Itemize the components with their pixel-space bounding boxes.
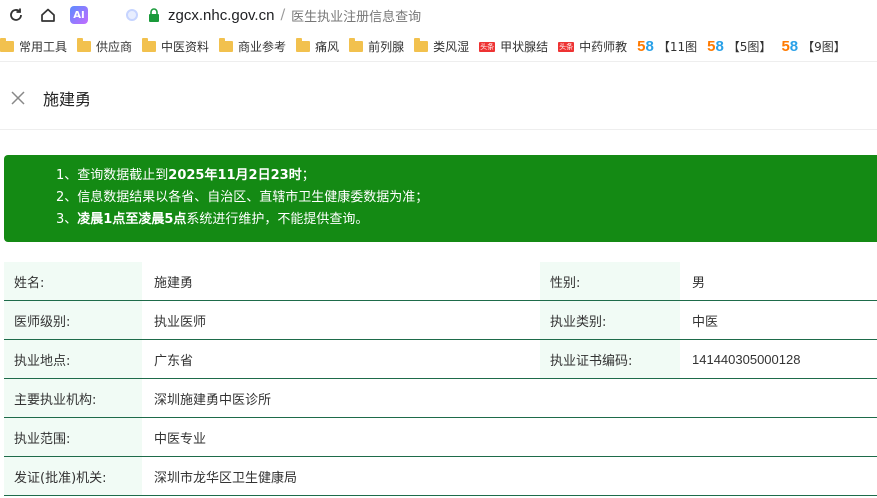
reload-button[interactable] (0, 0, 32, 30)
table-row: 执业范围: 中医专业 (4, 418, 877, 457)
ai-assistant-button[interactable]: AI (70, 6, 88, 24)
folder-icon (0, 38, 14, 52)
reload-icon (10, 8, 22, 21)
issuer-label: 发证(批准)机关: (4, 457, 142, 495)
bookmark-link[interactable]: 58 【5图】 (707, 38, 771, 55)
level-value: 执业医师 (154, 314, 207, 330)
bookmark-folder[interactable]: 前列腺 (349, 38, 404, 55)
bookmark-folder[interactable]: 商业参考 (219, 38, 286, 55)
home-icon (41, 8, 55, 22)
bookmark-link[interactable]: 58 【11图 (637, 38, 697, 55)
folder-icon (414, 38, 429, 52)
toutiao-icon: 头条 (558, 41, 575, 52)
58-icon: 58 (637, 38, 654, 55)
cert-value: 141440305000128 (692, 351, 801, 367)
name-value: 施建勇 (154, 275, 194, 291)
bookmark-link[interactable]: 头条 中药师教 (558, 38, 627, 55)
bookmark-folder[interactable]: 中医资料 (142, 38, 209, 55)
toutiao-icon: 头条 (479, 41, 496, 52)
notice-line-1: 1、查询数据截止到2025年11月2日23时； (56, 168, 315, 183)
doctor-info-table: 姓名: 施建勇 性别: 男 医师级别: 执业医师 执业类别: 中医 执业地点: … (4, 262, 877, 496)
org-value: 深圳施建勇中医诊所 (154, 392, 272, 408)
table-row: 医师级别: 执业医师 执业类别: 中医 (4, 301, 877, 340)
url-page-title: 医生执业注册信息查询 (291, 9, 422, 25)
browser-address-bar: AI zgcx.nhc.gov.cn / 医生执业注册信息查询 (0, 0, 877, 30)
site-info-icon[interactable] (126, 9, 138, 21)
page-header: 施建勇 (0, 66, 877, 130)
category-value: 中医 (692, 314, 719, 330)
location-label: 执业地点: (4, 340, 142, 378)
folder-icon (349, 38, 364, 52)
58-icon: 58 (707, 38, 724, 55)
close-icon[interactable] (11, 90, 25, 105)
gender-value: 男 (692, 275, 706, 291)
url-separator: / (280, 7, 286, 23)
level-label: 医师级别: (4, 301, 142, 339)
url-field[interactable]: zgcx.nhc.gov.cn / 医生执业注册信息查询 (126, 6, 421, 25)
bookmark-folder[interactable]: 常用工具 (0, 38, 67, 55)
bookmark-link[interactable]: 头条 甲状腺结 (479, 38, 548, 55)
location-value: 广东省 (154, 353, 194, 369)
bookmark-folder[interactable]: 痛风 (296, 38, 339, 55)
table-row: 主要执业机构: 深圳施建勇中医诊所 (4, 379, 877, 418)
table-row: 姓名: 施建勇 性别: 男 (4, 262, 877, 301)
name-label: 姓名: (4, 262, 142, 300)
bookmarks-bar: 常用工具 供应商 中医资料 商业参考 痛风 前列腺 类风湿 头条 甲状腺结 头条中… (0, 32, 877, 62)
folder-icon (142, 38, 157, 52)
notice-line-2: 2、信息数据结果以各省、自治区、直辖市卫生健康委数据为准； (56, 190, 429, 205)
notice-line-3: 3、凌晨1点至凌晨5点系统进行维护，不能提供查询。 (56, 212, 369, 227)
home-button[interactable] (32, 0, 64, 30)
folder-icon (296, 38, 311, 52)
lock-icon (149, 8, 159, 22)
folder-icon (219, 38, 234, 52)
bookmark-folder[interactable]: 供应商 (77, 38, 132, 55)
scope-label: 执业范围: (4, 418, 142, 456)
notice-box: 1、查询数据截止到2025年11月2日23时； 2、信息数据结果以各省、自治区、… (4, 155, 877, 242)
bookmark-folder[interactable]: 类风湿 (414, 38, 469, 55)
folder-icon (77, 38, 92, 52)
58-icon: 58 (781, 38, 799, 55)
table-row: 执业地点: 广东省 执业证书编码: 141440305000128 (4, 340, 877, 379)
cert-label: 执业证书编码: (540, 340, 680, 378)
bookmark-link[interactable]: 58 【9图】 (781, 38, 845, 55)
gender-label: 性别: (540, 262, 680, 300)
category-label: 执业类别: (540, 301, 680, 339)
org-label: 主要执业机构: (4, 379, 142, 417)
url-host: zgcx.nhc.gov.cn (168, 6, 275, 24)
page-title: 施建勇 (43, 89, 92, 109)
scope-value: 中医专业 (154, 431, 207, 447)
table-row: 发证(批准)机关: 深圳市龙华区卫生健康局 (4, 457, 877, 496)
issuer-value: 深圳市龙华区卫生健康局 (154, 470, 298, 486)
